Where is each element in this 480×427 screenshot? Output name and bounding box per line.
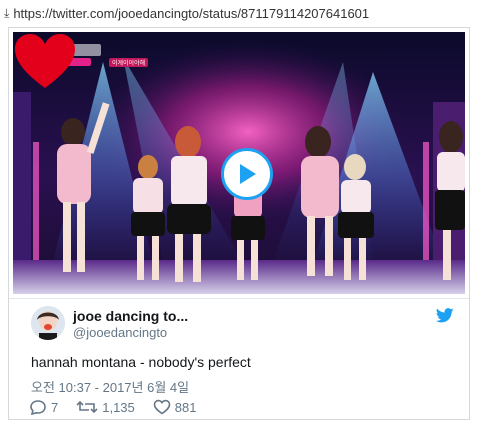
reply-button[interactable]: 7	[29, 399, 58, 415]
avatar[interactable]	[31, 306, 65, 340]
retweet-button[interactable]: 1,135	[76, 399, 135, 415]
address-bar[interactable]: ⤓ https://twitter.com/jooedancingto/stat…	[4, 2, 474, 24]
display-name[interactable]: jooe dancing to...	[73, 308, 188, 324]
heart-icon	[15, 34, 75, 88]
tweet-card: 이게이이야해 jooe dancing to... @jooedancingto…	[8, 27, 470, 420]
retweet-count: 1,135	[102, 399, 135, 415]
tweet-actions: 7 1,135 881	[29, 399, 214, 415]
like-button[interactable]: 881	[153, 399, 197, 415]
play-button[interactable]	[221, 148, 273, 200]
reply-icon	[30, 400, 46, 415]
like-icon	[153, 399, 171, 415]
video-player[interactable]: 이게이이야해	[13, 32, 465, 294]
reply-count: 7	[51, 399, 59, 415]
url-text: https://twitter.com/jooedancingto/status…	[13, 5, 370, 21]
divider	[9, 298, 469, 299]
like-count: 881	[174, 399, 197, 415]
download-arrow-icon: ⤓	[4, 5, 10, 20]
tweet-text: hannah montana - nobody's perfect	[31, 354, 251, 370]
stage-badge: 이게이이야해	[109, 58, 149, 67]
user-handle[interactable]: @jooedancingto	[73, 325, 167, 340]
twitter-bird-icon[interactable]	[436, 308, 454, 323]
play-icon	[240, 164, 256, 184]
retweet-icon	[76, 400, 98, 414]
tweet-timestamp[interactable]: 오전 10:37 - 2017년 6월 4일	[31, 377, 189, 396]
